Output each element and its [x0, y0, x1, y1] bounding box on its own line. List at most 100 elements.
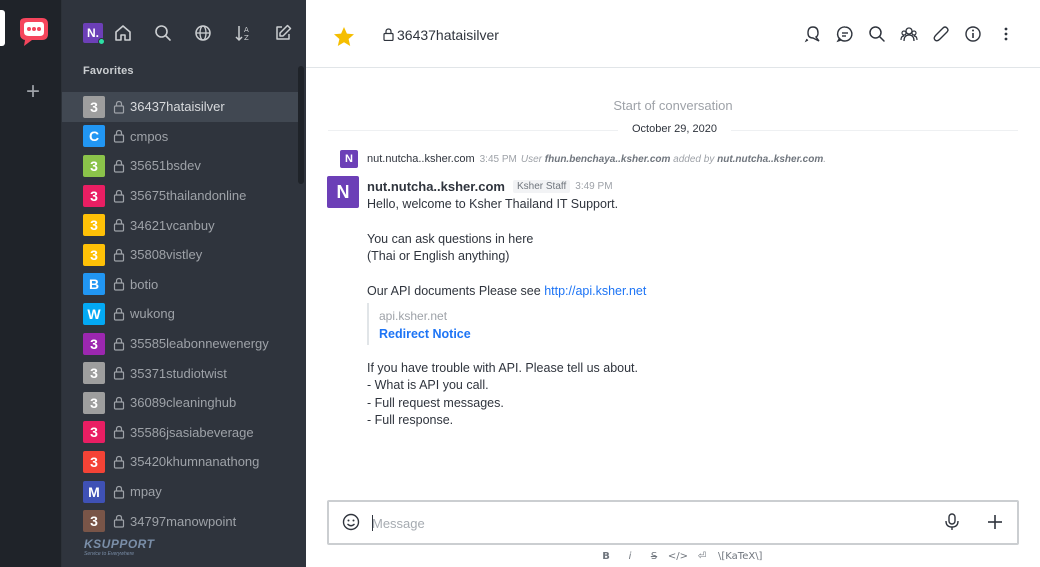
room-list: 3 36437hataisilver Ccmpos 3 35651bsdev 3 35675…	[62, 92, 298, 536]
favorite-star-icon[interactable]	[332, 25, 356, 49]
sidebar-item-35675thailandonline[interactable]: 3 35675thailandonline	[62, 181, 298, 211]
room-name: mpay	[130, 484, 162, 500]
room-avatar: 3	[83, 450, 105, 473]
system-message: N nut.nutcha..ksher.com 3:45 PM User fhu…	[340, 150, 826, 168]
message-line-6: - What is API you call.	[367, 378, 489, 392]
attachment-clip-icon[interactable]	[931, 24, 951, 44]
search-icon[interactable]	[153, 23, 173, 43]
multiline-format-button[interactable]: ⏎	[690, 551, 714, 562]
room-avatar: W	[83, 302, 105, 325]
sidebar-item-35371studiotwist[interactable]: 3 35371studiotwist	[62, 358, 298, 388]
system-message-avatar[interactable]: N	[340, 150, 358, 168]
room-avatar: 3	[83, 421, 105, 444]
system-message-user[interactable]: nut.nutcha..ksher.com	[367, 153, 475, 165]
call-icon[interactable]	[803, 24, 823, 44]
lock-icon	[113, 129, 125, 143]
lock-icon	[113, 485, 125, 499]
room-title: 36437hataisilver	[397, 27, 499, 43]
sidebar-item-35651bsdev[interactable]: 3 35651bsdev	[62, 151, 298, 181]
bold-format-button[interactable]: B	[594, 551, 618, 562]
emoji-icon[interactable]	[341, 512, 361, 532]
sidebar-item-35420khumnanathong[interactable]: 3 35420khumnanathong	[62, 447, 298, 477]
members-icon[interactable]	[899, 24, 919, 44]
user-avatar-initial: N.	[87, 26, 99, 40]
message-line-4: Our API documents Please see http://api.…	[367, 284, 646, 298]
kebab-menu-icon[interactable]	[996, 24, 1016, 44]
home-icon[interactable]	[113, 23, 133, 43]
message-line-8: - Full response.	[367, 413, 454, 427]
code-format-button[interactable]: </>	[666, 551, 690, 562]
start-of-conversation: Start of conversation	[613, 98, 733, 113]
room-name: 35675thailandonline	[130, 188, 247, 204]
system-added-user: fhun.benchaya..ksher.com	[544, 153, 671, 165]
favorites-section-title: Favorites	[83, 65, 134, 77]
lock-icon	[113, 455, 125, 469]
katex-format-button[interactable]: \[KaTeX\]	[718, 551, 762, 562]
room-name: 34797manowpoint	[130, 513, 237, 529]
room-name: 35586jsasiabeverage	[130, 424, 254, 440]
role-badge: Ksher Staff	[512, 180, 571, 193]
sidebar-item-mpay[interactable]: Mmpay	[62, 477, 298, 507]
sidebar-item-34797manowpoint[interactable]: 3 34797manowpoint	[62, 506, 298, 536]
system-text-prefix: User	[520, 153, 542, 165]
rocket-chat-logo-icon[interactable]	[14, 16, 52, 48]
plus-icon[interactable]	[984, 511, 1006, 533]
strike-format-button[interactable]: S	[642, 551, 666, 562]
message-avatar[interactable]: N	[327, 176, 359, 208]
message-username[interactable]: nut.nutcha..ksher.com	[367, 179, 505, 194]
active-server-indicator	[0, 10, 5, 46]
room-name: 35420khumnanathong	[130, 454, 260, 470]
message-composer	[327, 500, 1019, 545]
message-header: nut.nutcha..ksher.com Ksher Staff 3:49 P…	[367, 179, 613, 194]
link-preview-title[interactable]: Redirect Notice	[379, 327, 471, 341]
sidebar-scrollbar[interactable]	[298, 66, 304, 184]
message-time: 3:49 PM	[575, 181, 613, 192]
lock-icon	[113, 425, 125, 439]
sidebar-footer-logo: KSUPPORT Service to Everywhere	[84, 537, 204, 559]
svg-text:A: A	[244, 26, 249, 34]
room-avatar: M	[83, 480, 105, 503]
room-avatar: C	[83, 125, 105, 148]
microphone-icon[interactable]	[942, 512, 962, 532]
room-info-icon[interactable]	[963, 24, 983, 44]
lock-icon	[113, 218, 125, 232]
message-line-2: You can ask questions in here	[367, 232, 534, 246]
sidebar-item-36437hataisilver[interactable]: 3 36437hataisilver	[62, 92, 298, 122]
room-name: botio	[130, 276, 159, 292]
message-line-7: - Full request messages.	[367, 396, 504, 410]
room-name: 36089cleaninghub	[130, 395, 237, 411]
sidebar-item-35586jsasiabeverage[interactable]: 3 35586jsasiabeverage	[62, 418, 298, 448]
discussion-icon[interactable]	[835, 24, 855, 44]
system-message-text: User fhun.benchaya..ksher.com added by n…	[521, 154, 826, 165]
sidebar-item-cmpos[interactable]: Ccmpos	[62, 122, 298, 152]
footer-tagline: Service to Everywhere	[84, 551, 135, 557]
sidebar-item-34621vcanbuy[interactable]: 3 34621vcanbuy	[62, 210, 298, 240]
message-line-3: (Thai or English anything)	[367, 249, 510, 263]
sidebar-item-botio[interactable]: Bbotio	[62, 270, 298, 300]
room-name: cmpos	[130, 128, 169, 144]
room-name: 35371studiotwist	[130, 365, 227, 381]
italic-format-button[interactable]: i	[618, 551, 642, 562]
message-input[interactable]	[372, 510, 892, 536]
message-line-4-text: Our API documents Please see	[367, 284, 545, 298]
search-messages-icon[interactable]	[867, 24, 887, 44]
add-server-button[interactable]: +	[21, 80, 45, 104]
api-docs-link[interactable]: http://api.ksher.net	[544, 284, 646, 298]
server-rail: +	[0, 0, 62, 567]
lock-icon	[113, 396, 125, 410]
sidebar-item-wukong[interactable]: Wwukong	[62, 299, 298, 329]
lock-icon	[113, 337, 125, 351]
room-avatar: 3	[83, 391, 105, 414]
lock-icon	[113, 366, 125, 380]
room-avatar: 3	[83, 154, 105, 177]
formatting-toolbar: B i S </> ⏎ \[KaTeX\]	[594, 549, 762, 563]
room-avatar: B	[83, 273, 105, 296]
sidebar-item-35808vistley[interactable]: 3 35808vistley	[62, 240, 298, 270]
directory-globe-icon[interactable]	[193, 23, 213, 43]
room-avatar: 3	[83, 510, 105, 533]
sidebar-item-36089cleaninghub[interactable]: 3 36089cleaninghub	[62, 388, 298, 418]
create-new-icon[interactable]	[273, 23, 293, 43]
sort-icon[interactable]: AZ	[233, 23, 253, 43]
user-avatar[interactable]: N.	[83, 23, 105, 45]
sidebar-item-35585leabonnewenergy[interactable]: 3 35585leabonnewenergy	[62, 329, 298, 359]
